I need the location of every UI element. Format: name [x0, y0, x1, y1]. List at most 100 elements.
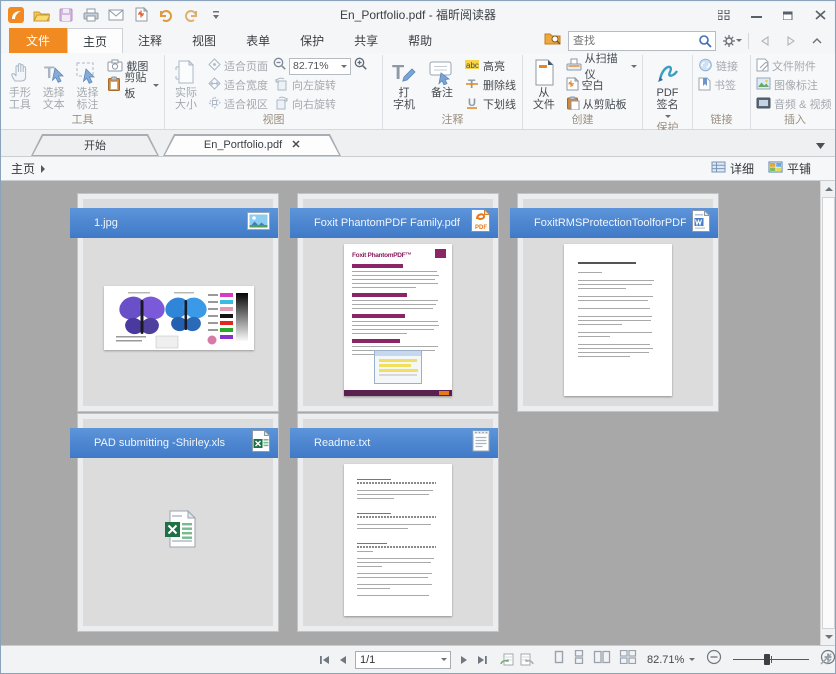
next-page-icon[interactable] [455, 650, 473, 670]
fit-page-button[interactable]: 适合页面 [206, 57, 270, 75]
typewriter-button[interactable]: T 打 字机 [386, 57, 422, 111]
clipboard-button[interactable]: 剪贴板 [105, 76, 161, 94]
fit-visible-button[interactable]: 适合视区 [206, 95, 270, 113]
fit-width-button[interactable]: 适合宽度 [206, 76, 270, 94]
resize-grip[interactable] [820, 652, 832, 670]
single-page-layout-icon[interactable] [553, 650, 565, 669]
ribbon-group-comment: T 打 字机 备注 abc 高亮 T 删除线 [383, 55, 523, 129]
history-back-icon[interactable] [755, 32, 775, 50]
previous-view-icon[interactable] [499, 650, 517, 670]
history-forward-icon[interactable] [781, 32, 801, 50]
underline-button[interactable]: U 下划线 [462, 95, 518, 113]
restore-button[interactable] [779, 8, 797, 22]
actual-size-icon [173, 58, 199, 86]
first-page-icon[interactable] [315, 650, 333, 670]
file-tile-phantompdf[interactable]: Foxit PhantomPDF Family.pdf PDF Foxit Ph… [297, 193, 499, 412]
close-tab-icon[interactable] [292, 139, 300, 151]
undo-icon[interactable] [157, 6, 175, 24]
link-button[interactable]: 链接 [696, 57, 740, 75]
create-from-clipboard-button[interactable]: 从剪贴板 [564, 95, 639, 113]
tab-form[interactable]: 表单 [231, 28, 285, 53]
search-scope-icon[interactable] [544, 31, 562, 50]
ribbon-group-insert: 文件附件 图像标注 音频 & 视频 插入 [751, 55, 836, 129]
pdf-sign-button[interactable]: PDF 签名 [647, 57, 689, 121]
zoom-dropdown-icon[interactable] [689, 658, 695, 664]
bookmark-button[interactable]: 书签 [696, 76, 740, 94]
note-button[interactable]: 备注 [424, 57, 460, 99]
create-from-scanner-button[interactable]: 从扫描仪 [564, 57, 639, 75]
file-attachment-button[interactable]: 文件附件 [754, 57, 833, 75]
tab-list-dropdown-icon[interactable] [816, 136, 825, 154]
scroll-up-icon[interactable] [821, 181, 835, 196]
view-details-button[interactable]: 详细 [711, 160, 754, 177]
zoom-slider-handle[interactable] [764, 654, 770, 665]
zoom-percentage[interactable]: 82.71% [647, 654, 684, 666]
tile-header: Readme.txt [290, 428, 498, 458]
email-icon[interactable] [107, 6, 125, 24]
zoom-slider[interactable] [733, 659, 809, 660]
close-button[interactable] [811, 8, 829, 22]
minimize-button[interactable] [747, 8, 765, 22]
strikeout-button[interactable]: T 删除线 [462, 76, 518, 94]
tab-help[interactable]: 帮助 [393, 28, 447, 53]
tab-comment[interactable]: 注释 [123, 28, 177, 53]
continuous-layout-icon[interactable] [573, 650, 585, 669]
collapse-ribbon-icon[interactable] [807, 32, 827, 50]
rotate-left-button[interactable]: 向左旋转 [272, 76, 368, 94]
doc-tab-portfolio[interactable]: En_Portfolio.pdf [163, 134, 341, 156]
scrollbar-thumb[interactable] [822, 197, 835, 629]
hand-tool-button[interactable]: 手形 工具 [4, 57, 36, 111]
breadcrumb[interactable]: 主页 [11, 160, 49, 177]
zoom-level-combobox[interactable]: 82.71% [289, 58, 351, 75]
vertical-scrollbar[interactable] [820, 181, 835, 645]
last-page-icon[interactable] [473, 650, 491, 670]
previous-page-icon[interactable] [333, 650, 351, 670]
select-annotation-button[interactable]: 选择 标注 [72, 57, 104, 111]
ui-options-icon[interactable] [715, 8, 733, 22]
print-icon[interactable] [82, 6, 100, 24]
file-tile-pad-xls[interactable]: PAD submitting -Shirley.xls [77, 413, 279, 632]
file-tile-readme-txt[interactable]: Readme.txt [297, 413, 499, 632]
file-name: Readme.txt [314, 437, 468, 449]
highlight-button[interactable]: abc 高亮 [462, 57, 518, 75]
doc-tab-start[interactable]: 开始 [31, 134, 159, 156]
open-file-icon[interactable] [32, 6, 50, 24]
file-tile-1jpg[interactable]: 1.jpg [77, 193, 279, 412]
facing-layout-icon[interactable] [593, 650, 611, 669]
zoom-out-icon[interactable] [272, 56, 287, 76]
tab-file[interactable]: 文件 [9, 28, 67, 53]
foxit-logo[interactable] [7, 6, 25, 24]
page-number-input[interactable] [356, 654, 426, 666]
rotate-right-button[interactable]: 向右旋转 [272, 95, 368, 113]
next-view-icon[interactable] [517, 650, 535, 670]
actual-size-button[interactable]: 实际 大小 [168, 57, 204, 111]
view-tiles-button[interactable]: 平铺 [768, 160, 811, 177]
scroll-down-icon[interactable] [821, 630, 835, 645]
search-input[interactable] [569, 35, 695, 47]
redo-icon[interactable] [182, 6, 200, 24]
tab-share[interactable]: 共享 [339, 28, 393, 53]
tab-home[interactable]: 主页 [67, 28, 123, 53]
save-icon[interactable] [57, 6, 75, 24]
zoom-out-button[interactable] [706, 649, 722, 670]
tab-protect[interactable]: 保护 [285, 28, 339, 53]
new-document-icon[interactable] [132, 6, 150, 24]
pdf-file-icon: PDF [471, 209, 490, 237]
customize-toolbar-icon[interactable] [207, 6, 225, 24]
settings-gear-icon[interactable] [722, 32, 742, 50]
image-annotation-button[interactable]: 图像标注 [754, 76, 833, 94]
file-attachment-icon [756, 58, 769, 75]
pdf-sign-icon [654, 58, 682, 86]
create-from-file-button[interactable]: 从 文件 [526, 57, 562, 111]
word-file-icon [690, 210, 710, 237]
continuous-facing-layout-icon[interactable] [619, 650, 637, 669]
select-text-button[interactable]: T 选择 文本 [38, 57, 70, 111]
page-number-combobox[interactable] [355, 651, 451, 669]
file-thumbnail [564, 244, 672, 396]
create-blank-button[interactable]: 空白 [564, 76, 639, 94]
file-tile-rms-readme[interactable]: FoxitRMSProtectionToolforPDF1.0_rea [517, 193, 719, 412]
tab-view[interactable]: 视图 [177, 28, 231, 53]
zoom-in-icon[interactable] [353, 56, 368, 76]
search-go-icon[interactable] [695, 32, 715, 50]
audio-video-button[interactable]: 音频 & 视频 [754, 95, 833, 113]
